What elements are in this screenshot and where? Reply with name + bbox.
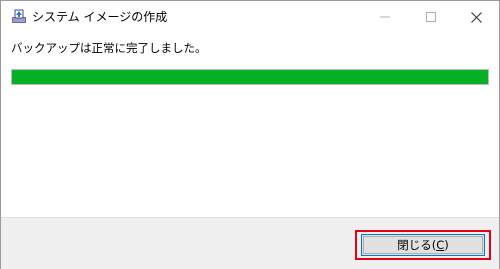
title-bar[interactable]: システム イメージの作成 [1,1,499,33]
close-button-accelerator: C [436,238,445,252]
minimize-button[interactable] [362,1,408,33]
window-title: システム イメージの作成 [32,10,168,24]
maximize-icon [426,12,436,22]
close-button-label-suffix: ) [444,238,449,252]
close-button[interactable]: 閉じる(C) [361,234,485,256]
status-message: バックアップは正常に完了しました。 [11,41,207,55]
progress-bar-fill [12,70,488,84]
close-button-label-prefix: 閉じる( [397,238,437,252]
backup-app-icon [12,9,26,23]
maximize-button[interactable] [408,1,454,33]
progress-bar [11,69,489,85]
window-close-button[interactable] [453,1,499,33]
close-icon [470,11,482,23]
minimize-icon [380,16,390,18]
dialog-window: システム イメージの作成 バックアップは正常に完了しました。 閉じる(C) [0,0,500,269]
